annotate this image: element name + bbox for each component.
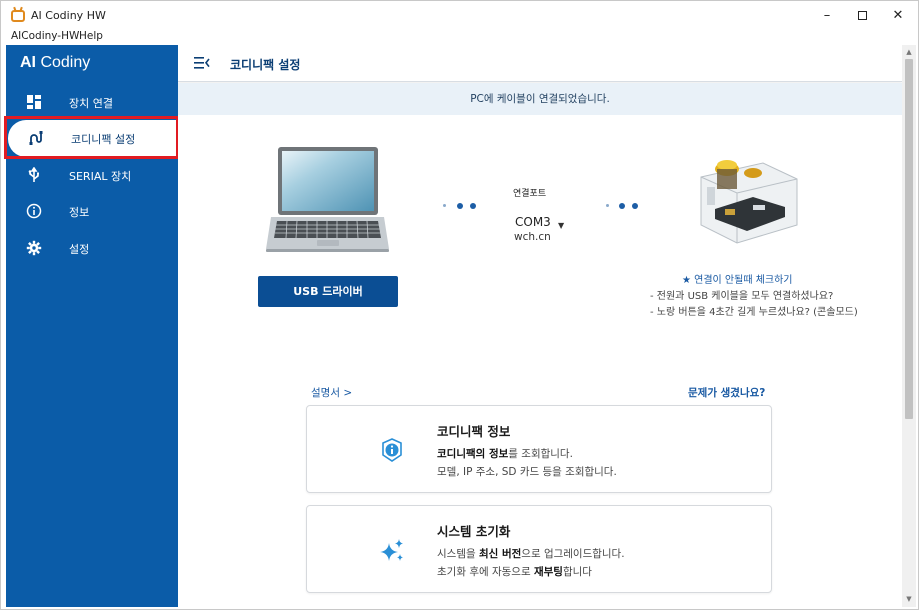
sidebar-item-label: 장치 연결	[69, 97, 113, 110]
main-content: 코디니팩 설정 PC에 케이블이 연결되었습니다. USB 드라이버 연결포트 …	[178, 45, 902, 607]
sidebar-item-label: 정보	[69, 206, 90, 219]
connection-status-banner: PC에 케이블이 연결되었습니다.	[178, 83, 902, 115]
minimize-button[interactable]: –	[809, 5, 845, 27]
sidebar-item-label: SERIAL 장치	[69, 170, 132, 183]
window-title: AI Codiny HW	[31, 9, 106, 22]
maximize-icon	[857, 11, 867, 20]
troubleshoot-line: - 노랑 버튼을 4초간 길게 누르셨나요? (콘솔모드)	[650, 307, 858, 318]
page-title: 코디니팩 설정	[230, 58, 301, 72]
scroll-thumb[interactable]	[905, 59, 913, 419]
codinypack-info-card[interactable]: 코디니팩 정보 코디니팩의 정보를 조회합니다. 모델, IP 주소, SD 카…	[306, 405, 772, 493]
menu-aicodiny-hw[interactable]: AICodiny-HW	[11, 30, 79, 42]
card-title: 코디니팩 정보	[437, 424, 511, 439]
close-button[interactable]: ✕	[880, 5, 916, 27]
vertical-scrollbar[interactable]: ▲ ▼	[902, 45, 916, 607]
port-vendor: wch.cn	[514, 231, 551, 243]
chevron-down-icon[interactable]: ▼	[558, 221, 564, 230]
gear-icon	[26, 240, 42, 256]
connector-dots-right	[606, 203, 646, 211]
sidebar-item-serial-device[interactable]: SERIAL 장치	[6, 157, 178, 194]
card-description: 모델, IP 주소, SD 카드 등을 조회합니다.	[437, 466, 617, 478]
port-label: 연결포트	[513, 189, 547, 199]
usb-driver-button[interactable]: USB 드라이버	[258, 276, 398, 307]
sparkle-icon	[380, 539, 403, 561]
header-bar: 코디니팩 설정	[178, 45, 902, 82]
selection-highlight-box	[4, 116, 179, 159]
codinypack-device-illustration	[700, 160, 798, 244]
card-title: 시스템 초기화	[437, 524, 511, 539]
sidebar-item-settings[interactable]: 설정	[6, 230, 178, 267]
troubleshoot-line: - 전원과 USB 케이블을 모두 연결하셨나요?	[650, 291, 834, 302]
app-logo-icon	[11, 10, 25, 22]
menu-collapse-icon[interactable]	[194, 57, 210, 69]
sidebar-item-info[interactable]: 정보	[6, 193, 178, 230]
menu-bar: AICodiny-HW Help	[1, 29, 918, 45]
dashboard-icon	[27, 95, 41, 109]
connector-dots-left	[443, 203, 483, 211]
status-message: PC에 케이블이 연결되었습니다.	[470, 93, 610, 105]
problem-help-link[interactable]: 문제가 생겼나요?	[688, 385, 765, 400]
card-description: 시스템을 최신 버전으로 업그레이드합니다.	[437, 548, 625, 560]
laptop-illustration	[266, 147, 389, 252]
troubleshoot-title: ★ 연결이 안될때 체크하기	[682, 275, 793, 286]
info-circle-icon	[382, 438, 402, 462]
sidebar-item-label: 설정	[69, 243, 90, 256]
brand-logo: AI Codiny	[20, 54, 91, 71]
info-icon	[26, 203, 42, 219]
usb-icon	[28, 167, 39, 182]
card-description: 초기화 후에 자동으로 재부팅합니다	[437, 566, 592, 578]
maximize-button[interactable]	[844, 5, 880, 27]
port-select[interactable]: COM3	[515, 215, 551, 229]
menu-help[interactable]: Help	[79, 30, 103, 42]
app-window: AI Codiny HW – ✕ AICodiny-HW Help AI Cod…	[0, 0, 919, 610]
scroll-down-icon[interactable]: ▼	[905, 595, 913, 603]
scroll-up-icon[interactable]: ▲	[905, 48, 913, 56]
system-reset-card[interactable]: 시스템 초기화 시스템을 최신 버전으로 업그레이드합니다. 초기화 후에 자동…	[306, 505, 772, 593]
title-bar: AI Codiny HW – ✕	[1, 1, 918, 30]
manual-link[interactable]: 설명서 >	[311, 385, 352, 400]
card-description: 코디니팩의 정보를 조회합니다.	[437, 448, 573, 460]
